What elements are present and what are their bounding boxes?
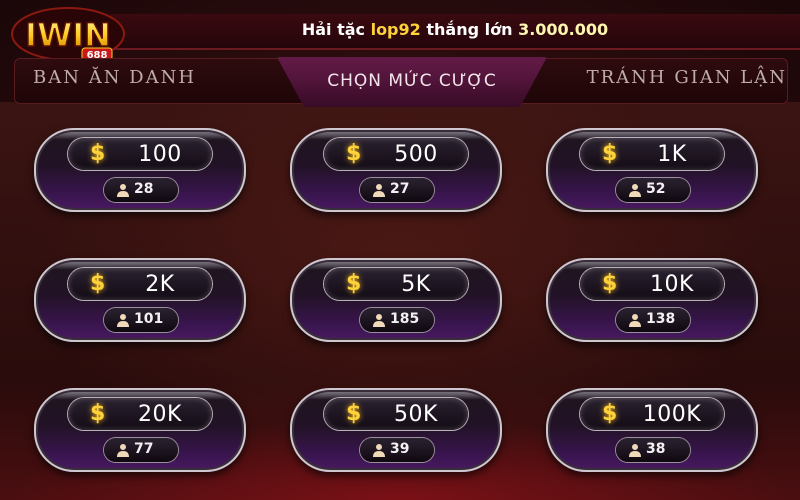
person-icon (629, 444, 641, 457)
person-icon (117, 314, 129, 327)
player-count: 38 (646, 441, 666, 457)
bet-amount-pill: $1K (580, 138, 724, 170)
player-count: 101 (134, 311, 164, 327)
person-icon (373, 184, 385, 197)
person-icon (117, 444, 129, 457)
person-icon (117, 184, 129, 197)
player-count-pill: 101 (104, 308, 178, 332)
bet-option-card[interactable]: $100 28 (34, 128, 246, 212)
player-count: 52 (646, 181, 666, 197)
bet-option-card[interactable]: $100K 38 (546, 388, 758, 472)
bet-option-card[interactable]: $2K 101 (34, 258, 246, 342)
dollar-icon: $ (602, 401, 618, 426)
dollar-icon: $ (90, 271, 106, 296)
iwin-logo[interactable]: IWIN 688 (8, 4, 128, 66)
player-count: 77 (134, 441, 154, 457)
dollar-icon: $ (602, 141, 618, 166)
player-count-pill: 27 (360, 178, 434, 202)
person-icon (373, 444, 385, 457)
tab-anonymous[interactable]: BAN ĂN DANH (33, 67, 196, 88)
bet-amount: 100K (642, 402, 702, 427)
marquee-amount: 3.000.000 (518, 20, 609, 39)
header-tabs: BAN ĂN DANH CHỌN MỨC CƯỢC TRÁNH GIAN LẬN (14, 57, 788, 107)
bet-amount-pill: $50K (324, 398, 468, 430)
person-icon (373, 314, 385, 327)
player-count-pill: 138 (616, 308, 690, 332)
bet-amount: 100 (138, 142, 182, 167)
player-count: 185 (390, 311, 420, 327)
dollar-icon: $ (602, 271, 618, 296)
winner-marquee-bar: Hải tặc lop92 thắng lớn 3.000.000 (110, 14, 800, 50)
tab-choose-bet-label: CHỌN MỨC CƯỢC (327, 71, 497, 91)
bet-option-card[interactable]: $50K 39 (290, 388, 502, 472)
dollar-icon: $ (346, 401, 362, 426)
bet-amount-pill: $100K (580, 398, 724, 430)
player-count-pill: 38 (616, 438, 690, 462)
bet-amount-pill: $20K (68, 398, 212, 430)
bet-amount: 1K (657, 142, 687, 167)
marquee-prefix: Hải tặc (301, 20, 365, 39)
tab-anti-cheat[interactable]: TRÁNH GIAN LẬN (587, 67, 787, 88)
marquee-middle: thắng lớn (426, 20, 513, 39)
bet-amount-pill: $10K (580, 268, 724, 300)
tab-choose-bet[interactable]: CHỌN MỨC CƯỢC (277, 57, 547, 107)
bet-amount-pill: $2K (68, 268, 212, 300)
player-count: 39 (390, 441, 410, 457)
bet-amount-pill: $500 (324, 138, 468, 170)
player-count: 27 (390, 181, 410, 197)
person-icon (629, 314, 641, 327)
marquee-user: lop92 (370, 20, 421, 39)
dollar-icon: $ (90, 141, 106, 166)
bet-amount-pill: $5K (324, 268, 468, 300)
bet-option-card[interactable]: $500 27 (290, 128, 502, 212)
bet-amount: 20K (138, 402, 182, 427)
player-count-pill: 39 (360, 438, 434, 462)
bet-option-card[interactable]: $10K 138 (546, 258, 758, 342)
bet-option-card[interactable]: $1K 52 (546, 128, 758, 212)
player-count-pill: 52 (616, 178, 690, 202)
player-count: 138 (646, 311, 676, 327)
bet-option-card[interactable]: $20K 77 (34, 388, 246, 472)
bet-amount: 50K (394, 402, 438, 427)
dollar-icon: $ (346, 141, 362, 166)
bet-amount: 5K (401, 272, 431, 297)
bet-amount: 500 (394, 142, 438, 167)
bet-amount: 10K (650, 272, 694, 297)
player-count: 28 (134, 181, 154, 197)
dollar-icon: $ (90, 401, 106, 426)
person-icon (629, 184, 641, 197)
bet-option-card[interactable]: $5K 185 (290, 258, 502, 342)
bet-amount: 2K (145, 272, 175, 297)
player-count-pill: 185 (360, 308, 434, 332)
player-count-pill: 28 (104, 178, 178, 202)
bet-amount-pill: $100 (68, 138, 212, 170)
player-count-pill: 77 (104, 438, 178, 462)
dollar-icon: $ (346, 271, 362, 296)
winner-marquee: Hải tặc lop92 thắng lớn 3.000.000 (110, 20, 800, 39)
